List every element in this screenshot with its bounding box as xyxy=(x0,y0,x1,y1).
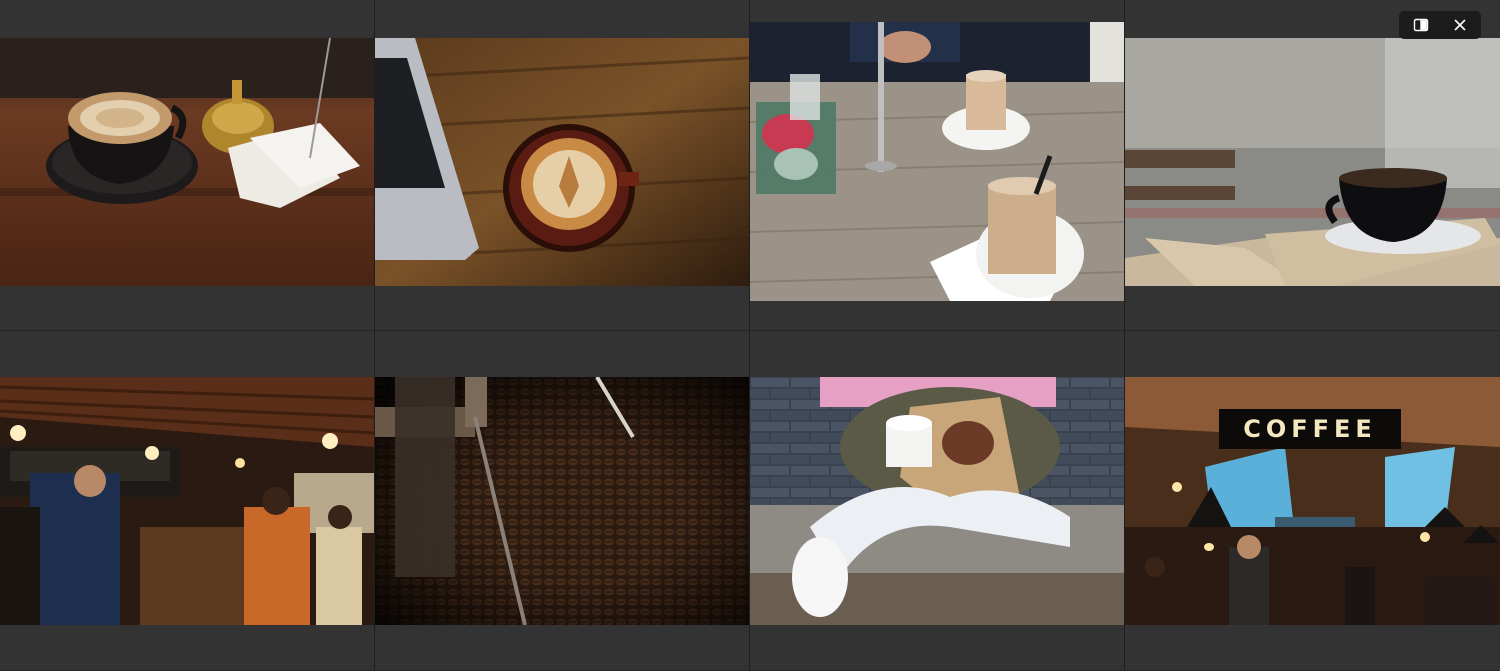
viewer-toolbar xyxy=(1399,11,1481,39)
photo-coffee-shop-interior[interactable]: COFFEE xyxy=(1125,377,1500,625)
close-button[interactable] xyxy=(1444,13,1476,37)
photo-iced-coffees[interactable] xyxy=(750,22,1124,301)
photo-latte-laptop[interactable] xyxy=(375,38,749,286)
close-icon xyxy=(1454,19,1465,31)
photo-gallery-grid: COFFEE xyxy=(0,0,1500,671)
photo-black-coffee-outdoor[interactable] xyxy=(1125,38,1500,286)
photo-latte-bar[interactable] xyxy=(0,38,374,286)
gallery-cell-6[interactable] xyxy=(375,331,749,671)
gallery-cell-2[interactable] xyxy=(375,0,749,331)
gallery-cell-4[interactable] xyxy=(1125,0,1500,331)
split-view-button[interactable] xyxy=(1405,13,1437,37)
coffee-sign-text: COFFEE xyxy=(1243,415,1377,443)
photo-coffee-pastry[interactable] xyxy=(750,377,1124,625)
photo-coffee-beans[interactable] xyxy=(375,377,749,625)
gallery-cell-1[interactable] xyxy=(0,0,374,331)
gallery-cell-3[interactable] xyxy=(750,0,1124,331)
gallery-cell-7[interactable] xyxy=(750,331,1124,671)
gallery-cell-8[interactable]: COFFEE xyxy=(1125,331,1500,671)
gallery-cell-5[interactable] xyxy=(0,331,374,671)
split-view-icon xyxy=(1413,18,1428,32)
photo-coffee-shop-counter[interactable] xyxy=(0,377,374,625)
